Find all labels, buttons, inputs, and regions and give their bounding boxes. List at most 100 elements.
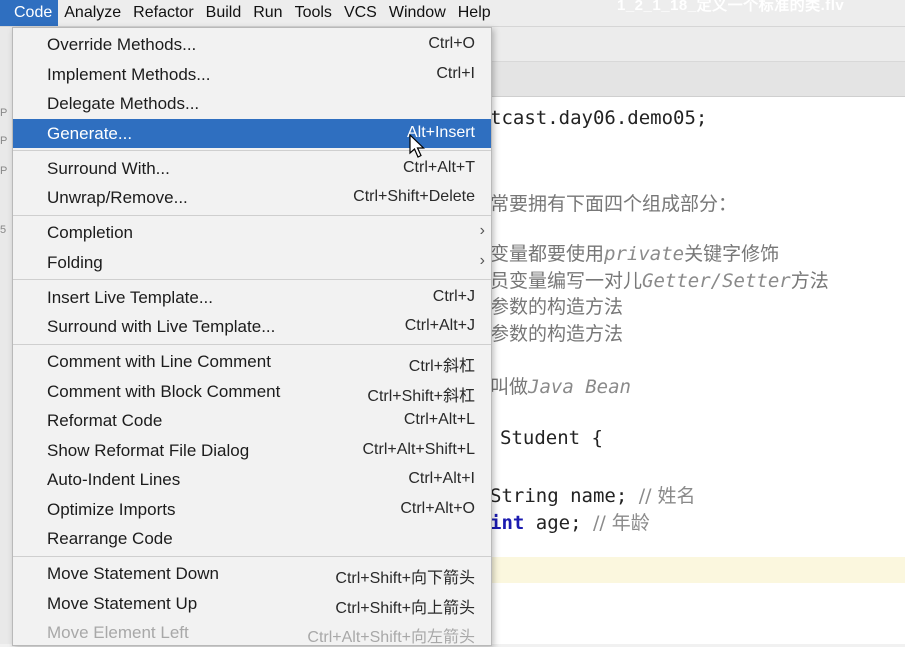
menu-tools[interactable]: Tools: [289, 0, 338, 26]
menu-item-label: Surround with Live Template...: [47, 317, 276, 336]
mouse-cursor-icon: [409, 134, 425, 158]
menu-item-label: Comment with Line Comment: [47, 352, 271, 371]
field-type: int: [490, 512, 525, 534]
menu-item-move-element-left[interactable]: Move Element Left Ctrl+Alt+Shift+向左箭头: [13, 618, 491, 647]
menu-item-folding[interactable]: Folding ›: [13, 248, 491, 277]
menu-help[interactable]: Help: [452, 0, 497, 26]
menu-item-implement-methods[interactable]: Implement Methods... Ctrl+I: [13, 60, 491, 89]
editor-tabs: [490, 62, 905, 97]
menu-item-label: Implement Methods...: [47, 64, 211, 84]
menu-separator: [13, 214, 491, 216]
doc-item-3: 参数的构造方法: [490, 296, 624, 318]
menu-item-shortcut: Ctrl+Shift+Delete: [353, 188, 475, 205]
menu-separator: [13, 555, 491, 557]
menu-item-show-reformat-file-dialog[interactable]: Show Reformat File Dialog Ctrl+Alt+Shift+…: [13, 436, 491, 465]
doc-text: 方法: [790, 270, 829, 292]
menu-item-auto-indent-lines[interactable]: Auto-Indent Lines Ctrl+Alt+I: [13, 465, 491, 494]
toolbar: [490, 27, 905, 62]
field-age: int age; // 年龄: [490, 508, 650, 535]
menu-item-label: Comment with Block Comment: [47, 381, 281, 401]
menu-item-label: Show Reformat File Dialog: [47, 440, 250, 460]
doc-keyword: Getter/Setter: [642, 270, 791, 292]
menu-item-shortcut: Ctrl+Alt+T: [402, 158, 475, 176]
class-declaration: Student {: [500, 427, 603, 449]
doc-text: 关键字修饰: [684, 243, 780, 265]
field-rest: age;: [524, 512, 593, 534]
window-title-fragment: 1_2_1_18_定义一个标准的类.flv: [617, 0, 845, 14]
field-rest: name;: [558, 485, 639, 507]
menu-item-delegate-methods[interactable]: Delegate Methods...: [13, 89, 491, 118]
menu-item-shortcut: Ctrl+Alt+Shift+向左箭头: [307, 629, 475, 646]
menu-item-shortcut: Ctrl+Alt+O: [400, 499, 475, 517]
menu-item-surround-with-live-template[interactable]: Surround with Live Template... Ctrl+Alt+J: [13, 312, 491, 341]
gutter-label: 5: [0, 224, 7, 236]
menu-item-label: Rearrange Code: [47, 529, 173, 548]
field-name: String name; // 姓名: [490, 481, 696, 508]
doc-intro: 常要拥有下面四个组成部分：: [490, 193, 738, 215]
menu-item-optimize-imports[interactable]: Optimize Imports Ctrl+Alt+O: [13, 495, 491, 524]
field-comment: // 姓名: [638, 485, 696, 507]
code-menu-dropdown: Override Methods... Ctrl+O Implement Metho…: [12, 27, 492, 646]
doc-item-2: 员变量编写一对儿Getter/Setter方法: [490, 266, 829, 293]
doc-text: 叫做: [490, 376, 529, 398]
menu-item-label: Override Methods...: [47, 35, 197, 54]
menu-item-label: Optimize Imports: [47, 499, 176, 519]
menu-analyze[interactable]: Analyze: [58, 0, 127, 26]
menu-item-shortcut: Ctrl+O: [428, 35, 475, 52]
menu-item-move-statement-down[interactable]: Move Statement Down Ctrl+Shift+向下箭头: [13, 559, 491, 588]
field-type: String: [490, 485, 559, 507]
menu-item-shortcut: Ctrl+Shift+向下箭头: [335, 570, 475, 587]
menu-item-comment-with-line-comment[interactable]: Comment with Line Comment Ctrl+斜杠: [13, 347, 491, 376]
menu-item-unwrap-remove[interactable]: Unwrap/Remove... Ctrl+Shift+Delete: [13, 183, 491, 212]
menu-code[interactable]: Code: [0, 0, 59, 26]
menu-item-rearrange-code[interactable]: Rearrange Code: [13, 524, 491, 553]
menu-separator: [13, 343, 491, 345]
menu-run[interactable]: Run: [247, 0, 288, 26]
menu-item-shortcut: Ctrl+Alt+I: [408, 470, 475, 487]
doc-text: 变量都要使用: [490, 243, 605, 265]
submenu-arrow-icon: ›: [479, 251, 485, 269]
menu-item-label: Reformat Code: [47, 411, 163, 430]
gutter-label: P: [0, 165, 8, 177]
menu-vcs[interactable]: VCS: [338, 0, 383, 26]
menu-item-label: Move Statement Down: [47, 564, 219, 583]
doc-javabean: 叫做Java Bean: [490, 372, 631, 399]
menu-item-insert-live-template[interactable]: Insert Live Template... Ctrl+J: [13, 283, 491, 312]
menu-item-override-methods[interactable]: Override Methods... Ctrl+O: [13, 30, 491, 59]
menu-item-label: Unwrap/Remove...: [47, 188, 188, 207]
menu-item-label: Move Element Left: [47, 623, 189, 642]
menu-item-completion[interactable]: Completion ›: [13, 218, 491, 247]
menu-item-shortcut: Ctrl+Shift+向上箭头: [335, 599, 475, 617]
menu-refactor[interactable]: Refactor: [127, 0, 199, 26]
submenu-arrow-icon: ›: [479, 222, 485, 239]
menu-item-shortcut: Ctrl+Alt+Shift+L: [362, 440, 476, 458]
left-gutter: P P P 5: [0, 27, 12, 644]
doc-keyword: private: [604, 243, 685, 265]
menu-item-label: Insert Live Template...: [47, 287, 213, 307]
menu-item-shortcut: Ctrl+I: [436, 64, 475, 82]
menu-item-label: Folding: [47, 252, 103, 272]
doc-keyword: Java Bean: [528, 376, 631, 398]
menu-window[interactable]: Window: [383, 0, 452, 26]
menu-item-label: Generate...: [47, 123, 133, 143]
menu-item-label: Delegate Methods...: [47, 94, 200, 113]
menu-build[interactable]: Build: [200, 0, 248, 26]
menu-item-shortcut: Ctrl+斜杠: [408, 358, 475, 375]
doc-item-4: 参数的构造方法: [490, 323, 624, 345]
menu-item-shortcut: Ctrl+J: [432, 287, 475, 305]
menu-item-move-statement-up[interactable]: Move Statement Up Ctrl+Shift+向上箭头: [13, 589, 491, 618]
package-line: tcast.day06.demo05;: [490, 107, 708, 129]
menu-item-shortcut: Ctrl+Alt+J: [404, 317, 475, 334]
menu-separator: [13, 279, 491, 280]
menu-item-label: Move Statement Up: [47, 593, 198, 613]
menu-item-label: Auto-Indent Lines: [47, 470, 181, 489]
doc-item-1: 变量都要使用private关键字修饰: [490, 239, 779, 266]
menu-item-label: Completion: [47, 223, 133, 242]
menu-item-comment-with-block-comment[interactable]: Comment with Block Comment Ctrl+Shift+斜杠: [13, 377, 491, 406]
gutter-label: P: [0, 107, 8, 119]
code-editor[interactable]: tcast.day06.demo05; 常要拥有下面四个组成部分： 变量都要使用…: [490, 97, 905, 644]
field-comment: // 年龄: [592, 512, 650, 534]
menu-item-shortcut: Ctrl+Alt+L: [403, 411, 475, 428]
menu-item-reformat-code[interactable]: Reformat Code Ctrl+Alt+L: [13, 406, 491, 435]
current-line-highlight: [490, 557, 905, 583]
